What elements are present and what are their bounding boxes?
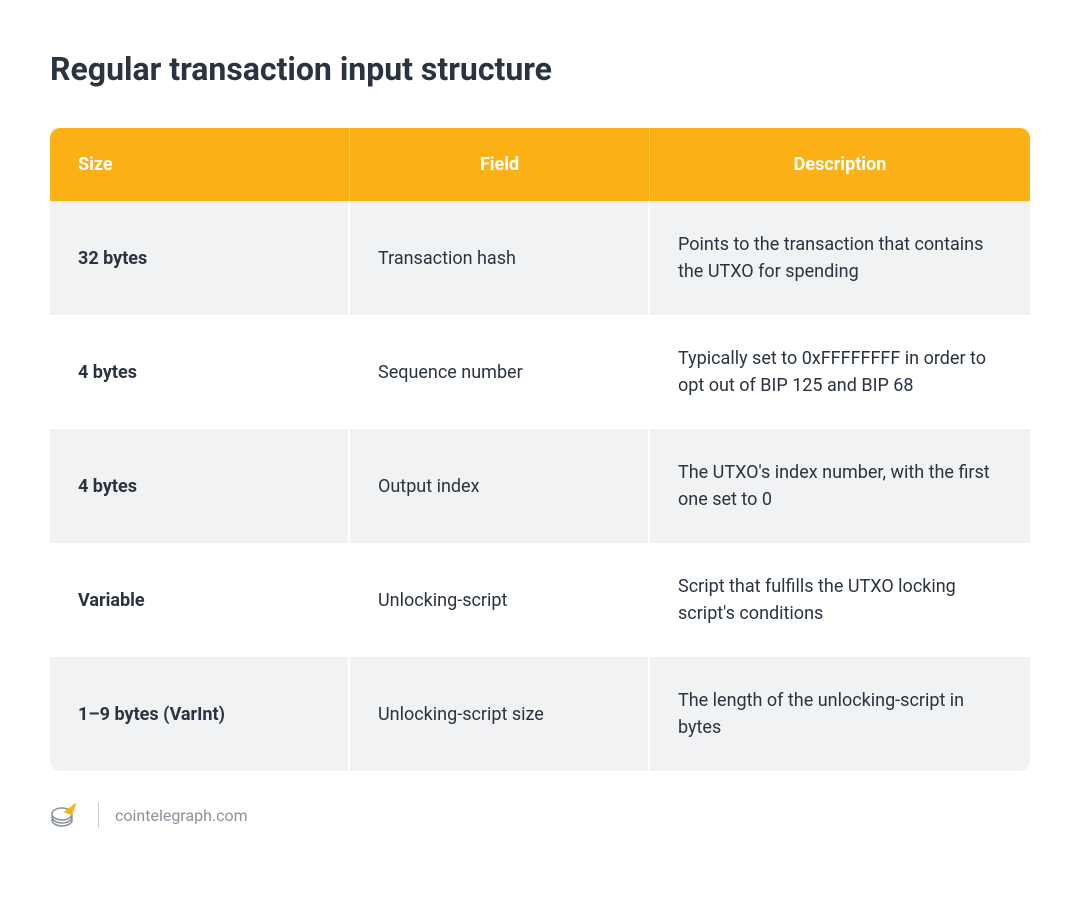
table-row: 32 bytes Transaction hash Points to the …	[50, 201, 1030, 315]
page-title: Regular transaction input structure	[50, 50, 1030, 88]
footer-site-label: cointelegraph.com	[115, 806, 248, 825]
cell-size: 4 bytes	[50, 315, 350, 429]
cell-size: 4 bytes	[50, 429, 350, 543]
table-row: 4 bytes Output index The UTXO's index nu…	[50, 429, 1030, 543]
cell-description: Typically set to 0xFFFFFFFF in order to …	[650, 315, 1030, 429]
cell-description: Script that fulfills the UTXO locking sc…	[650, 543, 1030, 657]
cell-description: The length of the unlocking-script in by…	[650, 657, 1030, 771]
cell-description: Points to the transaction that contains …	[650, 201, 1030, 315]
footer-divider	[98, 802, 99, 828]
footer: cointelegraph.com	[50, 801, 1030, 829]
header-description: Description	[650, 128, 1030, 201]
header-size: Size	[50, 128, 350, 201]
cell-size: Variable	[50, 543, 350, 657]
input-structure-table: Size Field Description 32 bytes Transact…	[50, 128, 1030, 771]
table-row: Variable Unlocking-script Script that fu…	[50, 543, 1030, 657]
cell-size: 32 bytes	[50, 201, 350, 315]
table-row: 4 bytes Sequence number Typically set to…	[50, 315, 1030, 429]
cointelegraph-logo-icon	[50, 801, 82, 829]
cell-field: Sequence number	[350, 315, 650, 429]
cell-field: Unlocking-script	[350, 543, 650, 657]
cell-field: Unlocking-script size	[350, 657, 650, 771]
table-row: 1–9 bytes (VarInt) Unlocking-script size…	[50, 657, 1030, 771]
table-header-row: Size Field Description	[50, 128, 1030, 201]
cell-description: The UTXO's index number, with the first …	[650, 429, 1030, 543]
cell-size: 1–9 bytes (VarInt)	[50, 657, 350, 771]
cell-field: Output index	[350, 429, 650, 543]
header-field: Field	[350, 128, 650, 201]
cell-field: Transaction hash	[350, 201, 650, 315]
